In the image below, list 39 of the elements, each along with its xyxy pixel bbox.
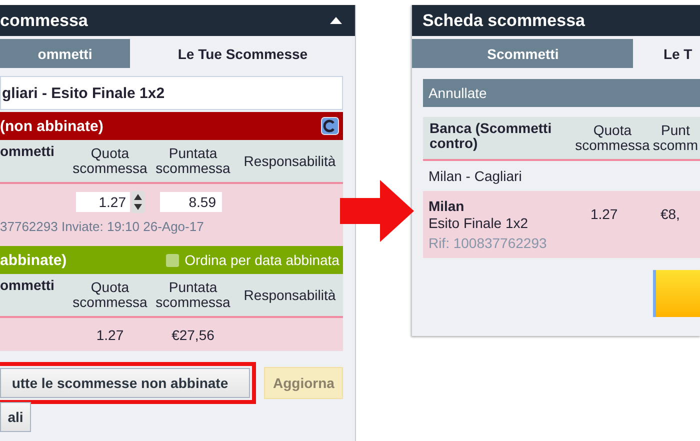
column-header: ommetti [0, 276, 56, 293]
market-name: Esito Finale 1x2 [428, 215, 530, 232]
tab[interactable]: ommetti [0, 39, 130, 68]
checkbox-label: Ordina per data abbinata [184, 252, 340, 268]
checkbox[interactable] [166, 254, 179, 266]
tab[interactable]: Le Tue Scommesse [130, 39, 356, 68]
column-header: Quota scommessa [72, 280, 148, 310]
column-header: Responsabilità [242, 154, 337, 168]
table-cell-text: 1.27 [95, 326, 125, 342]
tab[interactable]: Scommetti [412, 39, 634, 68]
spinner-icon[interactable] [131, 191, 145, 213]
column-header: Responsabilità [242, 288, 337, 302]
event-title: gliari - Esito Finale 1x2 [0, 76, 344, 110]
table-cell-text: 1.27 [589, 205, 619, 224]
column-header: Puntata scommessa [154, 280, 232, 310]
table-cell-text: €27,56 [170, 326, 216, 342]
column-header: Quota scommessa [72, 146, 148, 176]
odds-field[interactable]: 1.27 [76, 192, 130, 212]
column-header: Quota scommessa [574, 123, 651, 153]
selection-name: Milan [428, 198, 466, 215]
section-title: (non abbinate) [0, 118, 104, 134]
column-header: Punt scomm [652, 123, 700, 153]
column-header: Banca (Scommetti contro) [428, 119, 553, 151]
stake-field[interactable]: 8.59 [160, 192, 222, 212]
table-cell-text: €8, [659, 205, 681, 224]
column-header: Puntata scommessa [154, 146, 232, 176]
bet-reference: Rif: 100837762293 [428, 235, 548, 252]
details-button[interactable]: ali [0, 402, 31, 432]
collapse-icon[interactable] [330, 17, 342, 24]
arrow-icon [340, 180, 414, 242]
bet-info: 37762293 Inviate: 19:10 26-Ago-17 [0, 218, 205, 234]
column-header: ommetti [0, 142, 56, 159]
tab[interactable]: Le T [633, 39, 700, 68]
panel-title: Scheda scommessa [422, 10, 585, 30]
panel-title: commessa [0, 10, 88, 30]
refresh-icon[interactable] [321, 117, 340, 135]
section-bar: Annullate [423, 79, 700, 107]
section-title: abbinate) [0, 252, 67, 268]
event-name: Milan - Cagliari [427, 167, 523, 186]
